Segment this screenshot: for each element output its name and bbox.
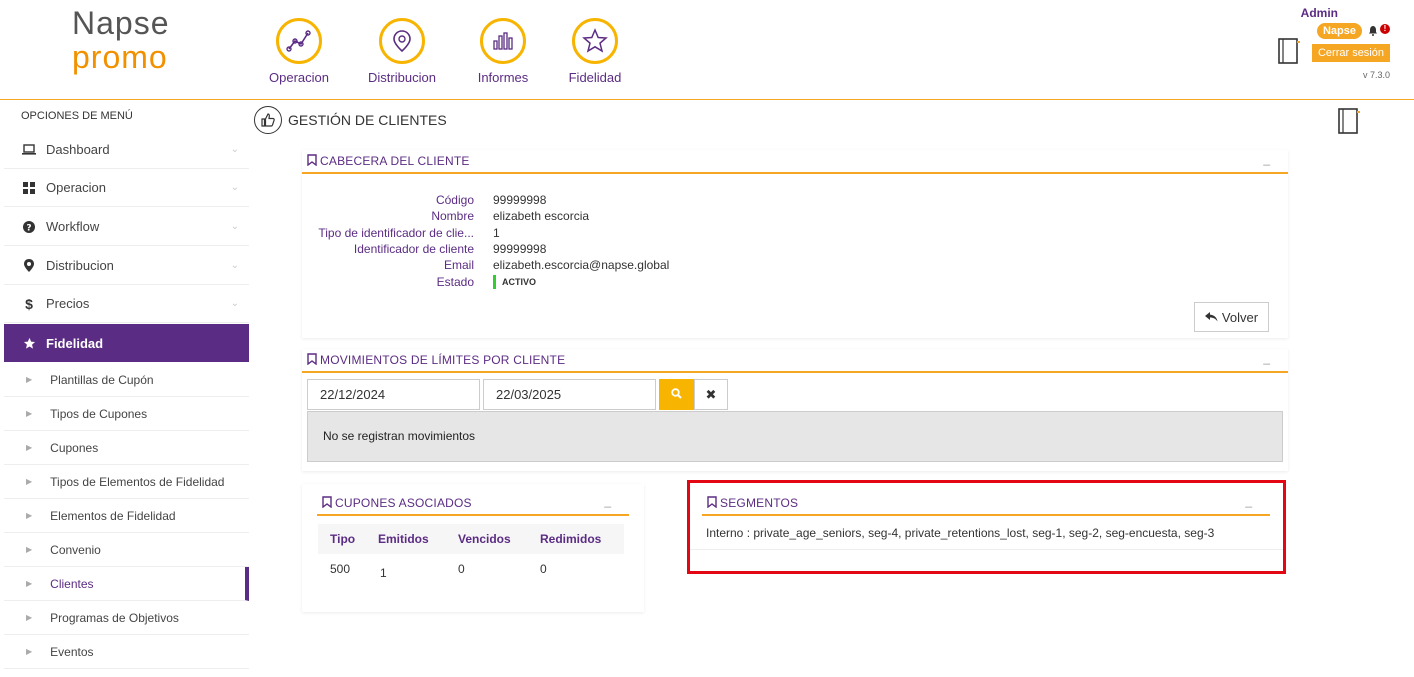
sidebar-subitem-cupones[interactable]: ▶ Cupones: [4, 431, 249, 465]
topnav-distribucion[interactable]: Distribucion: [362, 18, 442, 85]
bookmark-icon: [322, 495, 332, 511]
caret-right-icon: ▶: [26, 511, 33, 520]
map-pin-icon: [16, 259, 42, 272]
svg-text:?: ?: [26, 223, 31, 233]
sidebar-item-distribucion[interactable]: Distribucion ⌄: [4, 247, 249, 285]
page-title: GESTIÓN DE CLIENTES: [254, 106, 447, 134]
sidebar-subitem-elementos-de-fidelidad[interactable]: ▶ Elementos de Fidelidad: [4, 499, 249, 533]
caret-right-icon: ▶: [26, 477, 33, 486]
panel-header: CUPONES ASOCIADOS _: [317, 492, 629, 516]
sidebar-item-fidelidad[interactable]: Fidelidad: [4, 324, 249, 362]
empty-movements-message: No se registran movimientos: [307, 411, 1283, 462]
bar-chart-icon: [480, 18, 526, 64]
bookmark-icon: [307, 352, 317, 368]
back-button[interactable]: Volver: [1194, 302, 1269, 332]
chevron-down-icon: ⌄: [230, 221, 239, 232]
chevron-down-icon: ⌄: [230, 298, 239, 309]
panel-header: MOVIMIENTOS DE LÍMITES POR CLIENTE _: [302, 349, 1288, 373]
dollar-icon: $: [25, 295, 33, 312]
caret-right-icon: ▶: [26, 409, 33, 418]
highlight-box: [687, 480, 1286, 574]
sidebar-item-operacion[interactable]: Operacion ⌄: [4, 169, 249, 207]
topnav-fidelidad[interactable]: Fidelidad: [555, 18, 635, 85]
caret-right-icon: ▶: [26, 613, 33, 622]
status-indicator: [493, 274, 496, 289]
laptop-icon: [16, 144, 42, 155]
search-icon: [671, 387, 682, 402]
collapse-button[interactable]: _: [1263, 351, 1270, 365]
caret-right-icon: ▶: [26, 443, 33, 452]
user-name: Admin: [1300, 6, 1338, 20]
star-icon: [572, 18, 618, 64]
coupons-table: Tipo Emitidos Vencidos Redimidos 500 1 0…: [318, 524, 624, 588]
manual-book-icon[interactable]: [1336, 106, 1362, 139]
sidebar-item-dashboard[interactable]: Dashboard ⌄: [4, 131, 249, 169]
topnav-operacion[interactable]: Operacion: [259, 18, 339, 85]
sidebar-subitem-tipos-de-cupones[interactable]: ▶ Tipos de Cupones: [4, 397, 249, 431]
bookmark-icon: [307, 153, 317, 169]
table-header: Tipo Emitidos Vencidos Redimidos: [318, 524, 624, 554]
sidebar-subitem-programas-de-objetivos[interactable]: ▶ Programas de Objetivos: [4, 601, 249, 635]
caret-right-icon: ▶: [26, 579, 33, 588]
collapse-button[interactable]: _: [1263, 152, 1270, 166]
close-icon: ✖: [705, 386, 717, 402]
question-icon: ?: [16, 220, 42, 233]
version-label: v 7.3.0: [1362, 70, 1390, 80]
sidebar-title: OPCIONES DE MENÚ: [21, 110, 133, 122]
reply-arrow-icon: [1204, 310, 1218, 325]
alert-icon[interactable]: !: [1380, 24, 1390, 34]
clear-button[interactable]: ✖: [694, 379, 728, 410]
date-from-input[interactable]: 22/12/2024: [307, 379, 480, 410]
bell-icon[interactable]: [1368, 25, 1378, 39]
star-icon: [16, 337, 42, 350]
sidebar-subitem-plantillas-de-cupon[interactable]: ▶ Plantillas de Cupón: [4, 363, 249, 397]
caret-right-icon: ▶: [26, 647, 33, 656]
sidebar-item-precios[interactable]: $ Precios ⌄: [4, 285, 249, 323]
sidebar-subitem-convenio[interactable]: ▶ Convenio: [4, 533, 249, 567]
chevron-down-icon: ⌄: [230, 182, 239, 193]
grid-icon: [16, 181, 42, 194]
sidebar-subitem-eventos[interactable]: ▶ Eventos: [4, 635, 249, 669]
search-button[interactable]: [659, 379, 694, 410]
sidebar-subitem-clientes[interactable]: ▶ Clientes: [4, 567, 249, 601]
collapse-button[interactable]: _: [604, 494, 611, 508]
manual-book-icon[interactable]: [1276, 36, 1302, 69]
panel-header: CABECERA DEL CLIENTE _: [302, 150, 1288, 174]
napse-promo-logo[interactable]: Napse promo: [72, 6, 170, 74]
top-header: Napse promo Operacion Distribucion Infor…: [0, 0, 1414, 100]
logout-button[interactable]: Cerrar sesión: [1311, 44, 1390, 62]
table-row: 500 1 0 0: [330, 562, 547, 580]
chevron-down-icon: ⌄: [230, 144, 239, 155]
caret-right-icon: ▶: [26, 375, 33, 384]
thumbs-up-icon: [254, 106, 282, 134]
map-pin-icon: [379, 18, 425, 64]
caret-right-icon: ▶: [26, 545, 33, 554]
sidebar-item-workflow[interactable]: ? Workflow ⌄: [4, 208, 249, 246]
sidebar-subitem-tipos-de-elementos[interactable]: ▶ Tipos de Elementos de Fidelidad: [4, 465, 249, 499]
chevron-down-icon: ⌄: [230, 260, 239, 271]
chart-line-icon: [276, 18, 322, 64]
date-to-input[interactable]: 22/03/2025: [483, 379, 656, 410]
topnav-informes[interactable]: Informes: [463, 18, 543, 85]
tenant-badge[interactable]: Napse: [1316, 23, 1362, 39]
